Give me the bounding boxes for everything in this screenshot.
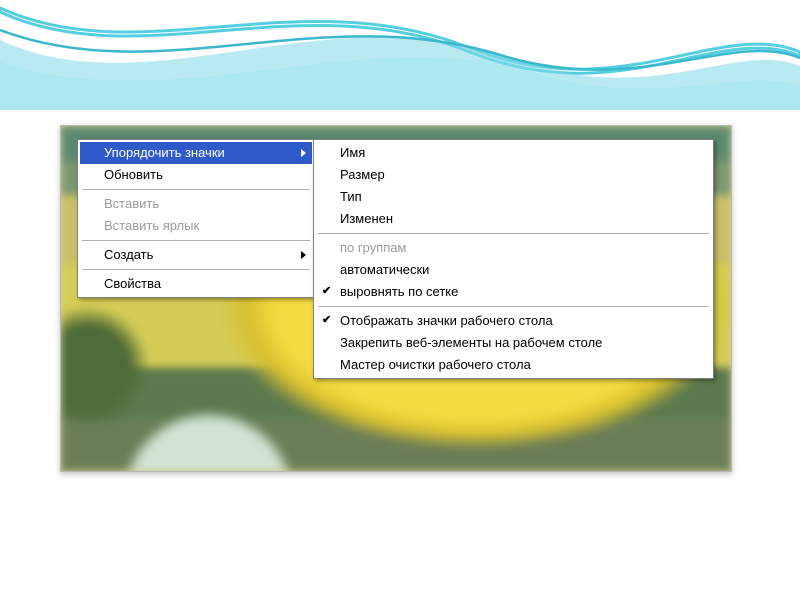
submenu-item-lock-web-items[interactable]: Закрепить веб-элементы на рабочем столе [316,332,711,354]
menu-item-label: Вставить ярлык [104,215,199,237]
menu-item-label: автоматически [340,259,429,281]
submenu-item-modified[interactable]: Изменен [316,208,711,230]
submenu-item-cleanup-wizard[interactable]: Мастер очистки рабочего стола [316,354,711,376]
submenu-arrow-icon [301,251,306,259]
menu-separator [82,269,310,270]
menu-item-paste-shortcut: Вставить ярлык [80,215,312,237]
desktop-context-menu: Упорядочить значки Обновить Вставить Вст… [77,139,315,298]
submenu-item-auto[interactable]: автоматически [316,259,711,281]
check-icon: ✔ [322,280,331,302]
submenu-arrow-icon [301,149,306,157]
menu-item-label: выровнять по сетке [340,281,458,303]
menu-separator [82,240,310,241]
submenu-item-by-groups: по группам [316,237,711,259]
screenshot-panel: Упорядочить значки Обновить Вставить Вст… [60,125,732,472]
check-icon: ✔ [322,309,331,331]
menu-separator [318,233,709,234]
menu-item-label: Имя [340,142,365,164]
submenu-item-type[interactable]: Тип [316,186,711,208]
menu-item-label: Мастер очистки рабочего стола [340,354,531,376]
menu-item-label: Размер [340,164,385,186]
header-waves [0,0,800,110]
menu-item-arrange-icons[interactable]: Упорядочить значки [80,142,312,164]
submenu-item-name[interactable]: Имя [316,142,711,164]
menu-item-label: Создать [104,244,153,266]
menu-item-properties[interactable]: Свойства [80,273,312,295]
submenu-item-size[interactable]: Размер [316,164,711,186]
menu-item-label: Тип [340,186,362,208]
menu-item-paste: Вставить [80,193,312,215]
menu-item-label: Упорядочить значки [104,142,225,164]
menu-item-refresh[interactable]: Обновить [80,164,312,186]
menu-item-create[interactable]: Создать [80,244,312,266]
menu-item-label: по группам [340,237,406,259]
menu-separator [82,189,310,190]
arrange-icons-submenu: Имя Размер Тип Изменен по группам автома… [313,139,714,379]
menu-item-label: Закрепить веб-элементы на рабочем столе [340,332,602,354]
menu-item-label: Вставить [104,193,159,215]
submenu-item-show-desktop-icons[interactable]: ✔ Отображать значки рабочего стола [316,310,711,332]
menu-item-label: Обновить [104,164,163,186]
menu-item-label: Свойства [104,273,161,295]
menu-item-label: Отображать значки рабочего стола [340,310,553,332]
submenu-item-align-grid[interactable]: ✔ выровнять по сетке [316,281,711,303]
menu-separator [318,306,709,307]
menu-item-label: Изменен [340,208,393,230]
